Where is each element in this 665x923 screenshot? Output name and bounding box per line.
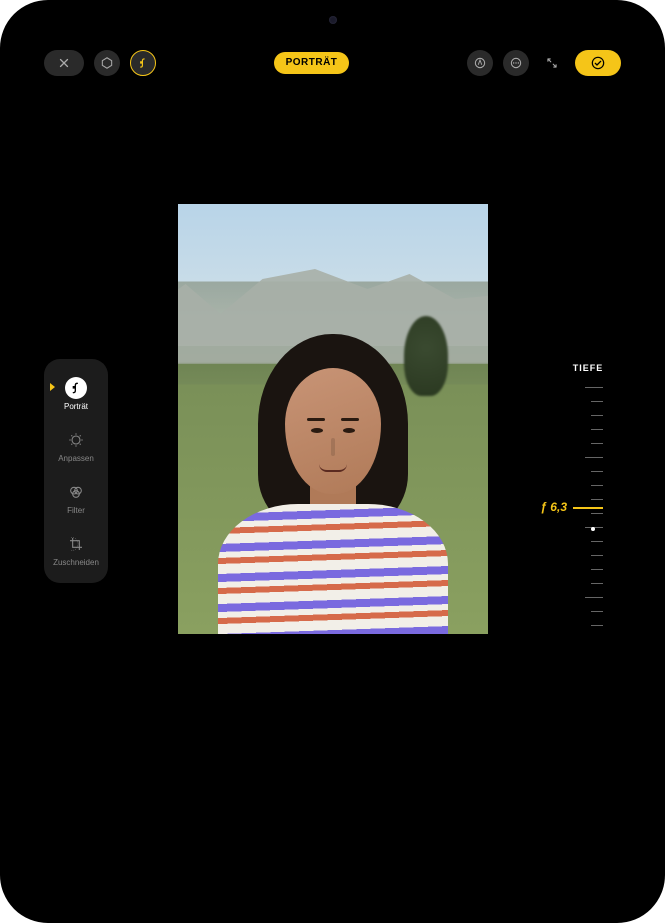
edit-tools-rail: Porträt Anpassen Filter Zuschneiden <box>44 359 108 583</box>
photo-preview[interactable] <box>178 204 488 634</box>
tool-label: Porträt <box>64 403 88 411</box>
markup-button[interactable] <box>467 50 493 76</box>
tool-adjust[interactable]: Anpassen <box>58 429 94 463</box>
x-icon <box>57 56 71 70</box>
depth-title: TIEFE <box>573 364 604 373</box>
more-icon <box>509 56 523 70</box>
active-indicator <box>50 383 55 391</box>
depth-button[interactable] <box>130 50 156 76</box>
f-icon <box>136 56 150 70</box>
fullscreen-button[interactable] <box>539 50 565 76</box>
tool-crop[interactable]: Zuschneiden <box>53 533 99 567</box>
mode-pill[interactable]: PORTRÄT <box>274 52 350 74</box>
tool-portrait[interactable]: Porträt <box>64 377 88 411</box>
depth-original-marker <box>591 527 595 531</box>
screen: PORTRÄT <box>24 24 641 899</box>
photo-subject <box>218 334 448 634</box>
lighting-button[interactable] <box>94 50 120 76</box>
toolbar-center-group: PORTRÄT <box>274 52 350 74</box>
expand-icon <box>545 56 559 70</box>
tool-label: Anpassen <box>58 455 94 463</box>
toolbar-right-group <box>467 50 621 76</box>
markup-icon <box>473 56 487 70</box>
more-button[interactable] <box>503 50 529 76</box>
adjust-icon <box>65 429 87 451</box>
done-button[interactable] <box>575 50 621 76</box>
cancel-button[interactable] <box>44 50 84 76</box>
top-toolbar: PORTRÄT <box>24 48 641 78</box>
tool-label: Zuschneiden <box>53 559 99 567</box>
check-icon <box>590 55 606 71</box>
tool-filter[interactable]: Filter <box>65 481 87 515</box>
depth-slider[interactable]: ƒ 6,3 <box>573 387 603 627</box>
front-camera <box>329 16 337 24</box>
depth-control: TIEFE <box>561 364 615 627</box>
crop-icon <box>65 533 87 555</box>
toolbar-left-group <box>44 50 156 76</box>
tool-label: Filter <box>67 507 85 515</box>
ipad-frame: PORTRÄT <box>0 0 665 923</box>
filter-icon <box>65 481 87 503</box>
f-icon <box>65 377 87 399</box>
depth-slider-thumb[interactable] <box>573 507 603 509</box>
hexagon-icon <box>100 56 114 70</box>
depth-value-label: ƒ 6,3 <box>540 501 567 513</box>
